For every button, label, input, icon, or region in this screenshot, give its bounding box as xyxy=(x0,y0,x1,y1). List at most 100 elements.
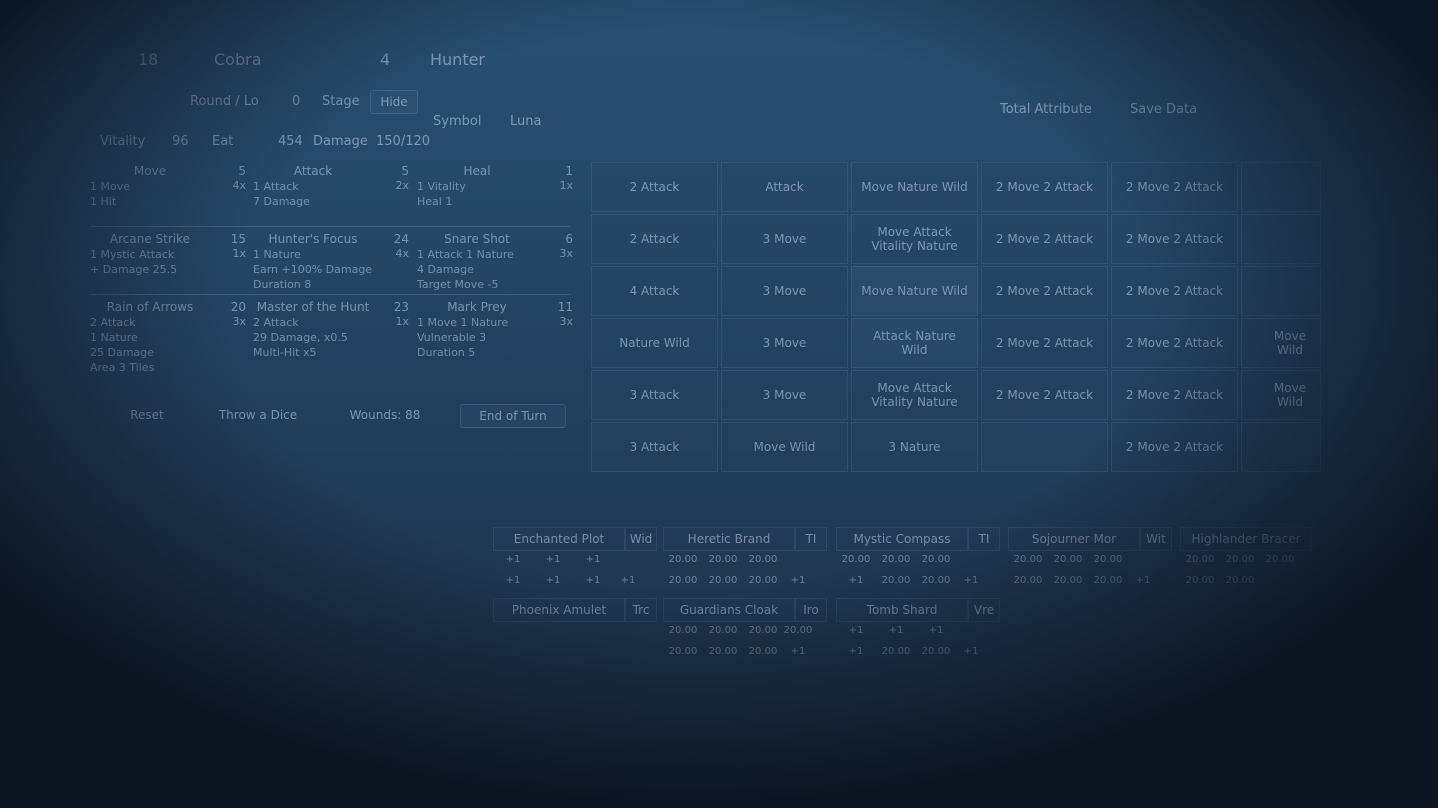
skill-level: 3x xyxy=(232,315,246,328)
gear-stat-row: 20.00 20.00 20.00 xyxy=(1180,554,1345,572)
gear-stat-value: 20.00 xyxy=(668,554,698,565)
round-value: 0 xyxy=(292,94,301,109)
action-card[interactable]: 3 Move xyxy=(721,318,848,368)
action-card-label: 2 Move 2 Attack xyxy=(1125,388,1224,402)
action-card[interactable]: Attack Nature Wild xyxy=(851,318,978,368)
action-card[interactable] xyxy=(1241,214,1321,264)
action-card[interactable]: Move Nature Wild xyxy=(851,162,978,212)
action-card[interactable]: 2 Move 2 Attack xyxy=(1111,422,1238,472)
action-card[interactable]: 2 Move 2 Attack xyxy=(981,266,1108,316)
action-card[interactable]: 2 Move 2 Attack xyxy=(1111,162,1238,212)
gear-stat-value: 20.00 xyxy=(1053,575,1083,586)
skill-effect-line: 7 Damage xyxy=(253,195,310,208)
gear-stat-row: 20.00 20.00 20.00 xyxy=(1008,554,1173,572)
gear-tag: Iro xyxy=(795,598,827,622)
action-card[interactable]: 3 Nature xyxy=(851,422,978,472)
action-card[interactable]: 2 Move 2 Attack xyxy=(1111,318,1238,368)
character-level: 18 xyxy=(138,50,159,69)
action-card[interactable]: 2 Move 2 Attack xyxy=(981,162,1108,212)
action-card[interactable]: Attack xyxy=(721,162,848,212)
skill-effect-line: Target Move -5 xyxy=(417,278,499,291)
skill-level: 1x xyxy=(559,179,573,192)
skill-name: Attack xyxy=(293,164,333,178)
action-card-label: Move Attack Vitality Nature xyxy=(871,225,958,253)
skill-level: 3x xyxy=(559,247,573,260)
action-card[interactable]: Move Wild xyxy=(1241,318,1321,368)
throw-dice-button[interactable]: Throw a Dice xyxy=(210,404,306,426)
action-card[interactable]: 2 Attack xyxy=(591,162,718,212)
ally-level: 4 xyxy=(380,50,391,69)
action-card[interactable]: 3 Move xyxy=(721,370,848,420)
skill-level: 3x xyxy=(559,315,573,328)
action-card[interactable] xyxy=(1241,162,1321,212)
action-card[interactable]: 2 Move 2 Attack xyxy=(1111,370,1238,420)
action-card-label: 2 Move 2 Attack xyxy=(995,180,1094,194)
gear-stat-row: 20.00 20.00 20.00 20.00 xyxy=(663,625,828,643)
action-card[interactable]: 2 Move 2 Attack xyxy=(1111,214,1238,264)
action-card-label: 3 Attack xyxy=(629,440,680,454)
save-data-link[interactable]: Save Data xyxy=(1130,102,1197,117)
action-card-label: 3 Attack xyxy=(629,388,680,402)
action-card-label: 4 Attack xyxy=(629,284,680,298)
end-turn-button[interactable]: End of Turn xyxy=(460,404,566,428)
action-card[interactable]: 2 Move 2 Attack xyxy=(1111,266,1238,316)
action-card[interactable]: 4 Attack xyxy=(591,266,718,316)
skill-effect-line: 1 Vitality xyxy=(417,180,466,193)
skill-cost: 15 xyxy=(230,232,246,246)
action-card[interactable] xyxy=(1241,422,1321,472)
action-card[interactable]: Nature Wild xyxy=(591,318,718,368)
skill-level: 1x xyxy=(395,315,409,328)
skill-effect-line: 4 Damage xyxy=(417,263,474,276)
skill-level: 2x xyxy=(395,179,409,192)
gear-name: Enchanted Plot xyxy=(493,527,625,551)
class-name[interactable]: Cobra xyxy=(214,50,262,69)
action-card[interactable]: 2 Attack xyxy=(591,214,718,264)
skill-cost: 20 xyxy=(230,300,246,314)
stage-label: Stage xyxy=(322,94,360,109)
action-card[interactable] xyxy=(981,422,1108,472)
skill-cost: 11 xyxy=(557,300,573,314)
gear-stat-row: 20.00 20.00 20.00 xyxy=(663,554,828,572)
action-card[interactable]: 3 Move xyxy=(721,266,848,316)
gear-tag: Trc xyxy=(625,598,657,622)
action-card-label: 2 Attack xyxy=(629,232,680,246)
action-card[interactable]: Move Wild xyxy=(1241,370,1321,420)
ally-name[interactable]: Hunter xyxy=(430,50,485,69)
hide-button[interactable]: Hide xyxy=(370,90,418,114)
gear-stat-row: 20.00 20.00 xyxy=(1180,575,1345,593)
action-card[interactable]: Move Nature Wild xyxy=(851,266,978,316)
damage-value: 150/120 xyxy=(376,134,431,149)
action-card[interactable]: 2 Move 2 Attack xyxy=(981,370,1108,420)
gear-stat-row: +1 +1 +1 xyxy=(836,625,1001,643)
gear-stat-value: 20.00 xyxy=(708,625,738,636)
action-card[interactable]: 3 Move xyxy=(721,214,848,264)
gear-stat-value: +1 xyxy=(790,646,806,657)
gear-tag: Wit xyxy=(1140,527,1172,551)
action-card[interactable]: Move Attack Vitality Nature xyxy=(851,214,978,264)
action-card[interactable]: 3 Attack xyxy=(591,422,718,472)
gear-stat-row: 20.00 20.00 20.00 xyxy=(836,554,1001,572)
gear-stat-value: +1 xyxy=(505,575,521,586)
gear-stat-value: 20.00 xyxy=(1185,554,1215,565)
gear-stat-value: 20.00 xyxy=(881,575,911,586)
action-card-label: 2 Move 2 Attack xyxy=(1125,336,1224,350)
total-attribute-link[interactable]: Total Attribute xyxy=(1000,102,1092,117)
gear-stat-row: 20.00 20.00 20.00 +1 xyxy=(663,646,828,664)
eat-value: 454 xyxy=(278,134,303,149)
damage-label: Damage xyxy=(313,134,368,149)
skill-effect-line: 1 Nature xyxy=(253,248,301,261)
action-card[interactable]: 2 Move 2 Attack xyxy=(981,318,1108,368)
action-card[interactable]: 3 Attack xyxy=(591,370,718,420)
skill-effect-line: 1 Attack 1 Nature xyxy=(417,248,514,261)
action-card[interactable]: 2 Move 2 Attack xyxy=(981,214,1108,264)
action-card[interactable]: Move Attack Vitality Nature xyxy=(851,370,978,420)
reset-button[interactable]: Reset xyxy=(112,404,182,426)
action-card[interactable]: Move Wild xyxy=(721,422,848,472)
action-card-label: 3 Move xyxy=(762,232,807,246)
action-card-label: Move Attack Vitality Nature xyxy=(871,381,958,409)
action-card-label: 2 Move 2 Attack xyxy=(995,232,1094,246)
gear-stat-value: 20.00 xyxy=(668,646,698,657)
action-card-label: Attack Nature Wild xyxy=(873,329,956,357)
gear-stat-value: +1 xyxy=(848,646,864,657)
action-card[interactable] xyxy=(1241,266,1321,316)
